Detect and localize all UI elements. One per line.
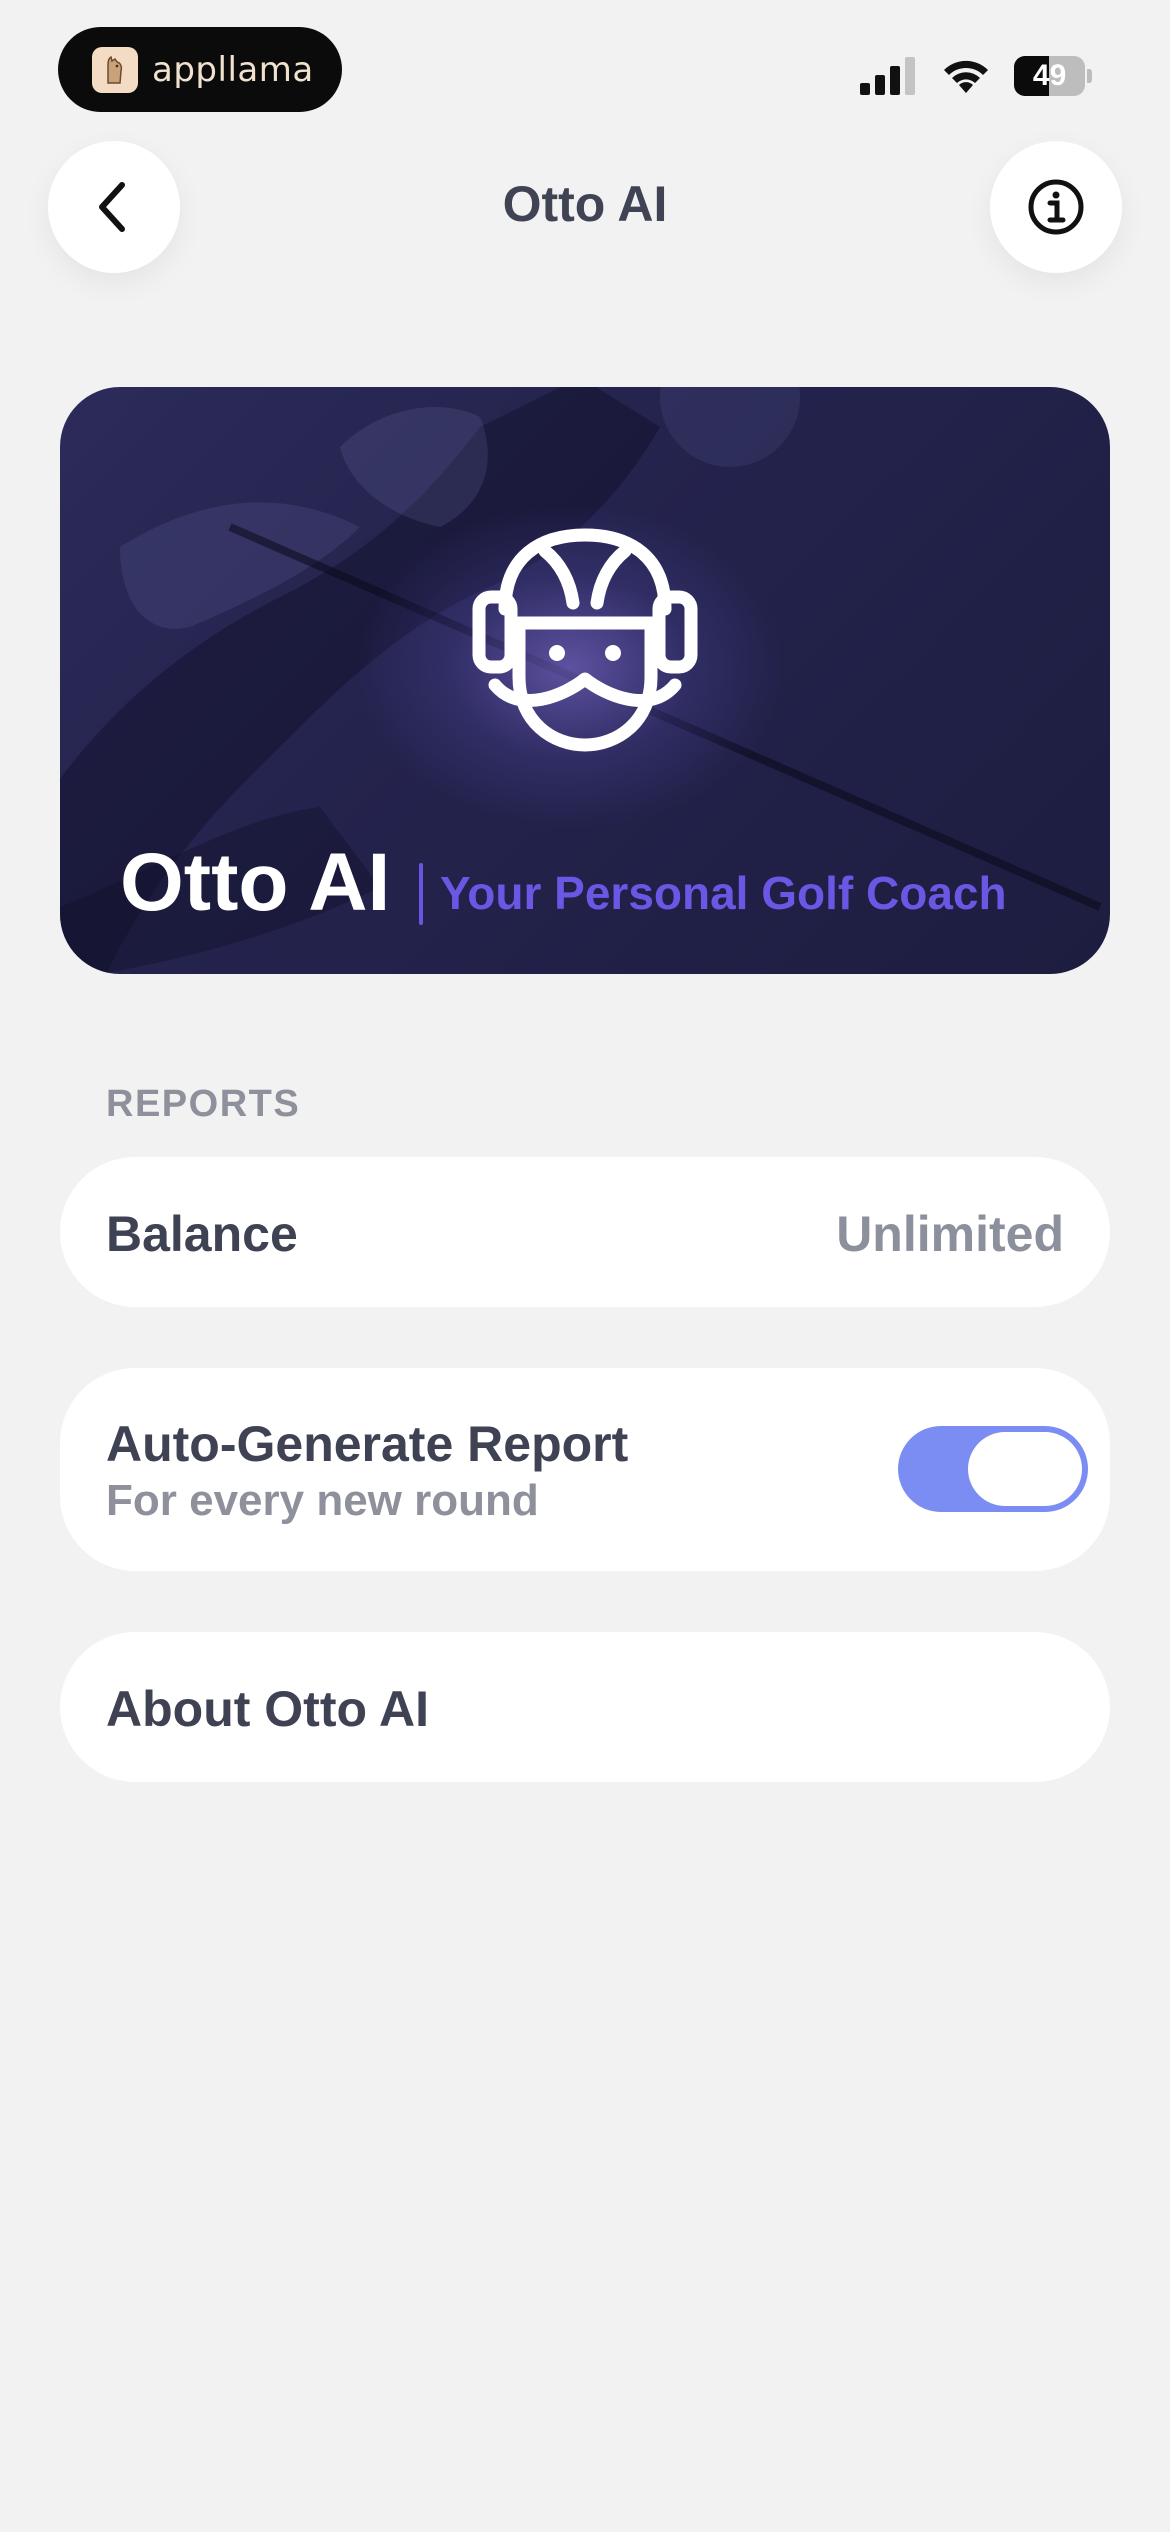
balance-value: Unlimited: [836, 1206, 1064, 1262]
llama-logo-icon: [92, 46, 138, 93]
auto-generate-sublabel: For every new round: [106, 1476, 539, 1525]
wifi-icon: [944, 60, 988, 93]
otto-hero-card: Otto AI Your Personal Golf Coach: [60, 387, 1110, 974]
otto-coach-face-icon: [472, 528, 698, 752]
cellular-signal-icon: [860, 57, 915, 95]
balance-label: Balance: [106, 1206, 298, 1262]
auto-generate-toggle[interactable]: [898, 1426, 1088, 1512]
info-button[interactable]: [990, 141, 1122, 273]
status-indicators: 49: [860, 52, 1092, 100]
battery-icon: 49: [1014, 56, 1092, 96]
auto-generate-label: Auto-Generate Report: [106, 1416, 629, 1472]
about-otto-ai-label: About Otto AI: [106, 1681, 430, 1737]
auto-generate-report-row: Auto-Generate Report For every new round: [60, 1368, 1110, 1571]
brand-label: appllama: [152, 49, 314, 90]
toggle-knob: [968, 1432, 1082, 1506]
reports-section-label: REPORTS: [106, 1083, 301, 1125]
appllama-badge: appllama: [58, 27, 342, 112]
about-otto-ai-row[interactable]: About Otto AI: [60, 1632, 1110, 1782]
hero-subtitle: Your Personal Golf Coach: [440, 867, 1007, 919]
battery-level: 49: [1032, 59, 1067, 92]
hero-title: Otto AI: [120, 837, 391, 928]
hero-divider: [419, 863, 423, 925]
info-circle-icon: [1028, 179, 1084, 235]
balance-row: Balance Unlimited: [60, 1157, 1110, 1307]
